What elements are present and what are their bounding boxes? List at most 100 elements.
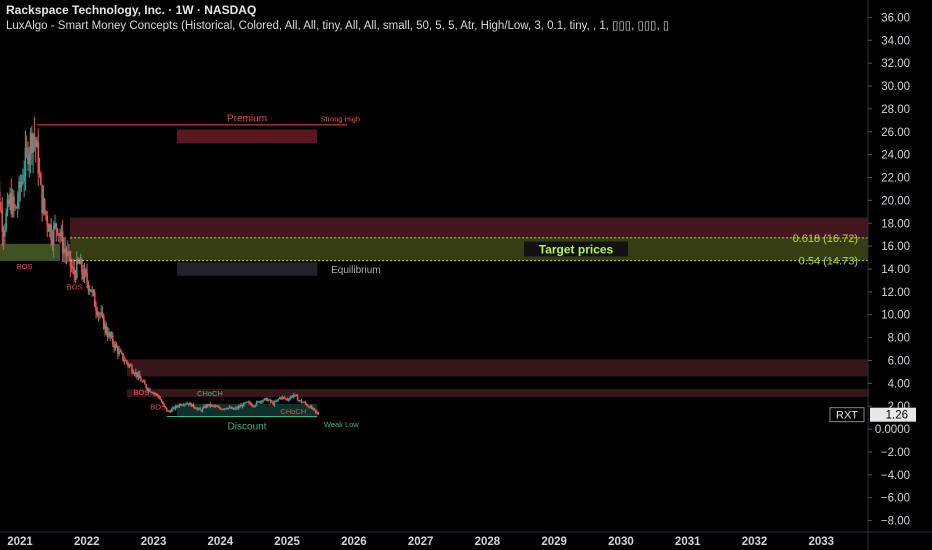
candle-body [289,397,291,400]
price-tick-label: −8.00 [881,516,910,528]
candle-body [144,381,146,385]
price-tick-label: 10.00 [881,310,910,322]
price-tick-label: 16.00 [881,241,910,253]
symbol-title[interactable]: Rackspace Technology, Inc. · 1W · NASDAQ [6,2,868,18]
candle-body [5,212,7,230]
candle-body [254,405,257,407]
time-tick-label: 2033 [808,536,834,548]
price-tick-label: 36.00 [881,12,910,24]
price-tick-label: 0.0000 [875,424,910,436]
price-tick-label: 4.00 [888,378,910,390]
candle-body [0,209,2,211]
time-tick-label: 2028 [475,536,501,548]
price-tick-label: 6.00 [888,355,910,367]
annotation-choch: CHoCH [197,389,223,398]
price-tick-label: 18.00 [881,218,910,230]
candle-body [262,400,264,402]
price-tick-label: 28.00 [881,104,910,116]
candle-body [15,207,18,209]
candle-body [33,134,36,140]
zone-box-5 [70,237,869,261]
target-label: Target prices [539,243,614,257]
price-chart[interactable]: Premium Equilibrium Discount 0.618 (16.72) 0… [0,0,932,550]
time-tick-label: 2022 [74,536,100,548]
candle-body [93,292,96,308]
annotation-bos: BOS [134,388,150,397]
candle-body [43,198,46,212]
price-tick-label: 32.00 [881,58,910,70]
fib-label-0: 0.618 (16.72) [793,233,858,245]
candle-body [171,408,173,413]
time-tick-label: 2029 [541,536,567,548]
candle-body [73,268,76,275]
chart-background [0,0,932,550]
candle-body [159,398,162,400]
zone-box-4 [70,217,869,239]
candle-body [199,408,201,411]
zone-label-discount: Discount [228,422,267,433]
candle-body [86,273,88,283]
candle-body [201,407,204,412]
candle-body [92,290,95,293]
candle-body [300,400,303,403]
price-tick-label: 22.00 [881,173,910,185]
fib-label-1: 0.54 (14.73) [799,256,858,268]
candle-body [226,408,228,410]
annotation-bos: BOS [67,283,83,292]
candle-body [69,251,72,266]
annotation-strong-high: Strong High [320,114,360,123]
price-tick-label: 26.00 [881,127,910,139]
candle-body [111,335,114,344]
candle-body [81,259,83,273]
candle-body [244,402,246,404]
zone-box-6 [126,359,868,377]
candle-body [218,406,221,409]
candle-body [154,393,156,395]
candle-body [177,406,180,408]
candle-body [105,324,108,334]
annotation-bos: BOS [17,262,33,271]
candle-body [295,394,298,396]
candle-body [304,402,307,404]
last-price-label: 1.26 [886,410,908,422]
candle-body [0,191,1,210]
candle-body [287,399,290,401]
candle-body [119,350,122,353]
indicator-legend[interactable]: LuxAlgo - Smart Money Concepts (Historic… [6,18,868,34]
time-tick-label: 2031 [675,536,701,548]
candle-body [50,224,52,241]
candle-body [296,395,299,401]
time-tick-label: 2030 [608,536,634,548]
price-tick-label: 8.00 [888,333,910,345]
zone-box-3 [0,243,61,261]
price-tick-label: −2.00 [881,447,910,459]
time-tick-label: 2021 [7,536,33,548]
time-tick-label: 2032 [742,536,768,548]
annotation-choch: CHoCH [280,407,306,416]
candle-body [75,258,78,279]
candle-body [165,407,168,411]
candle-body [70,265,73,268]
annotation-bos: BOS [150,403,166,412]
candle-body [40,173,42,185]
candle-body [192,403,195,408]
candle-body [95,307,97,312]
candle-body [138,373,141,379]
candle-body [269,399,272,402]
candle-body [149,389,151,392]
candle-body [37,141,40,174]
candle-body [20,182,23,188]
zone-label-equilibrium: Equilibrium [331,265,380,276]
zone-equilibrium [176,262,318,276]
candle-body [16,202,19,208]
chart-legend: Rackspace Technology, Inc. · 1W · NASDAQ… [6,2,868,34]
price-tick-label: 12.00 [881,287,910,299]
time-tick-label: 2023 [141,536,167,548]
candle-body [23,174,25,182]
price-tick-label: −6.00 [881,493,910,505]
candle-body [316,411,318,413]
candle-body [46,215,49,226]
candle-body [13,196,15,207]
candle-body [120,352,123,354]
candle-body [140,378,142,382]
